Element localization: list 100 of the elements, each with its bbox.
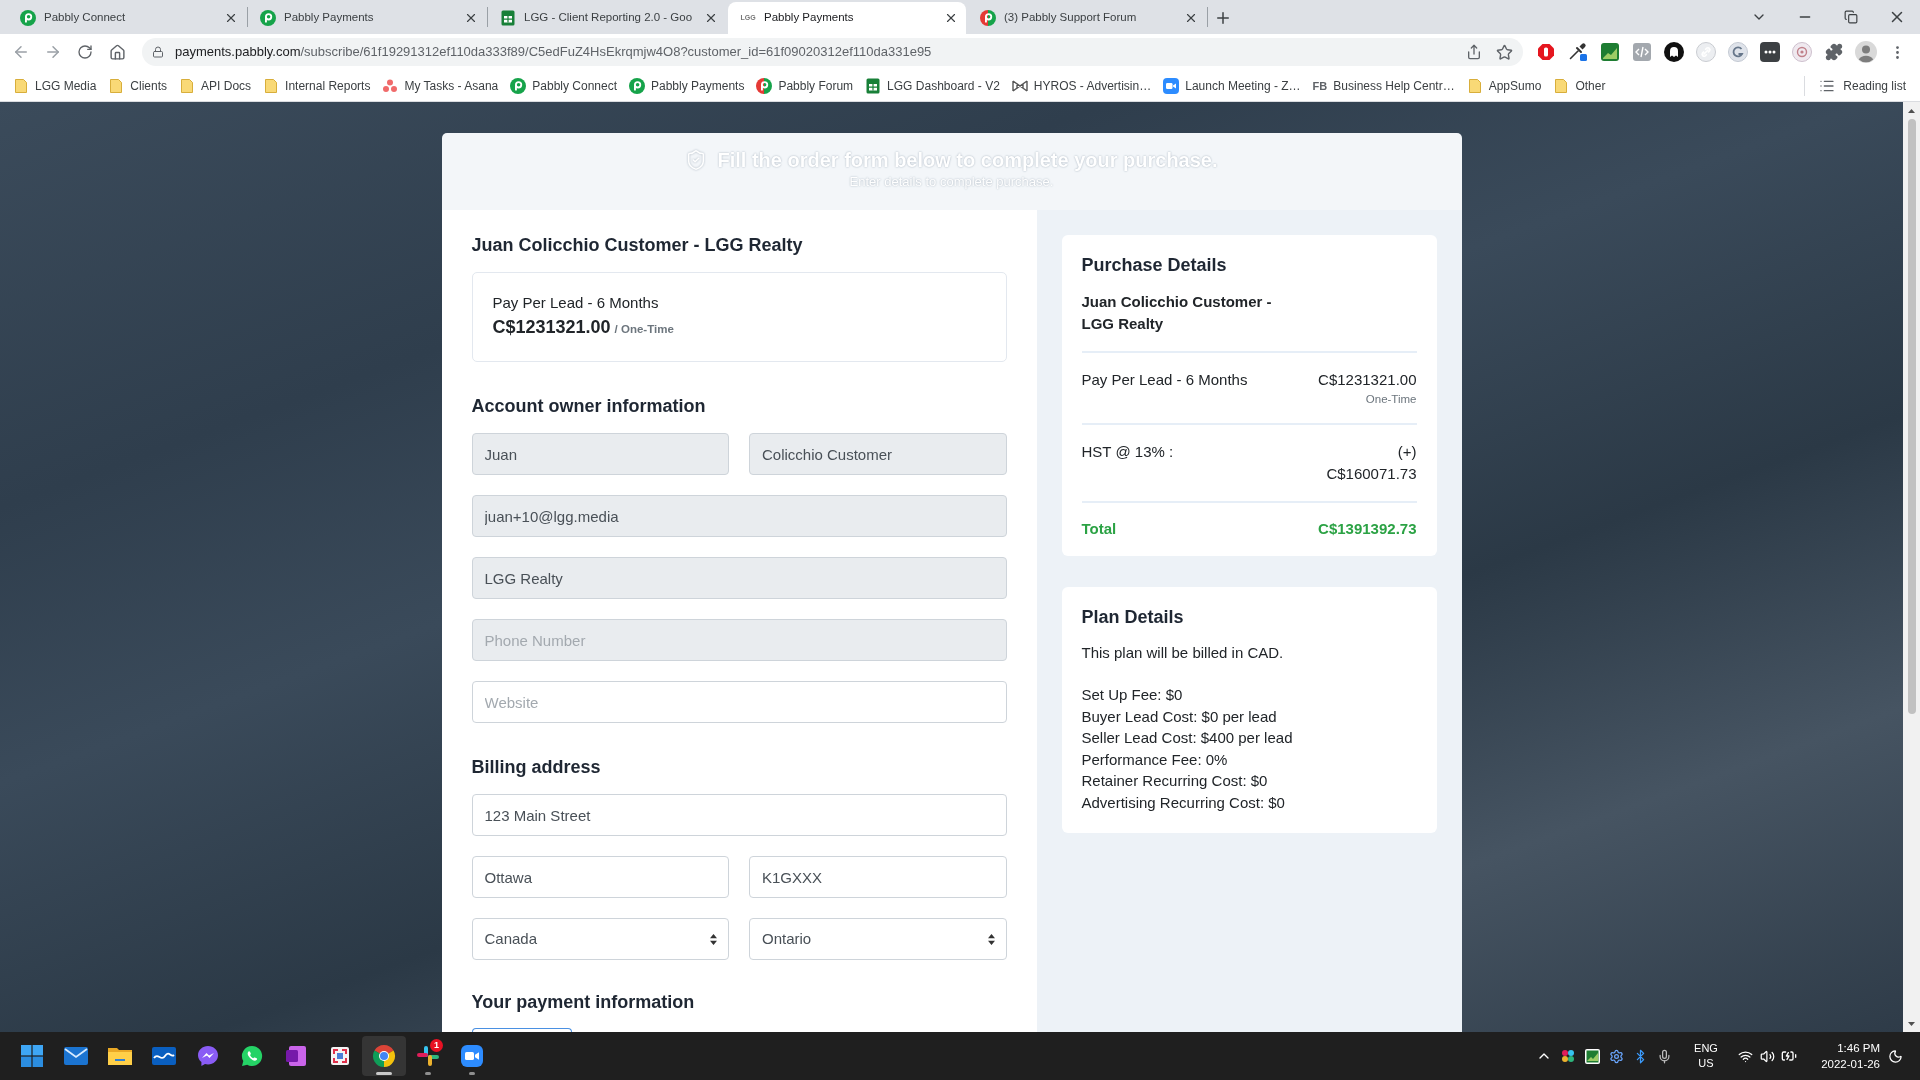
input-field[interactable]: K1GXXX (749, 856, 1007, 898)
gear-icon[interactable] (1608, 1048, 1624, 1064)
browser-icon (372, 1044, 396, 1068)
home-icon[interactable] (108, 43, 126, 61)
input-field[interactable]: 123 Main Street (471, 794, 1007, 836)
microphone-icon[interactable] (1656, 1048, 1672, 1064)
start-icon (21, 1045, 43, 1067)
battery-icon[interactable] (1781, 1048, 1797, 1064)
plan-detail-line: Set Up Fee: $0 (1081, 685, 1184, 705)
browser-tab[interactable]: LGG - Client Reporting 2.0 - Goo (488, 2, 726, 34)
reading-list-button[interactable]: Reading list (1813, 72, 1912, 99)
p-logo-icon (629, 77, 645, 94)
wave-icon (152, 1046, 176, 1066)
folder-icon (1553, 77, 1570, 94)
bookmark-link[interactable]: LGG Media (7, 72, 103, 99)
folder-icon (108, 1046, 132, 1066)
input-field[interactable]: Website (471, 681, 1007, 723)
forward-icon[interactable] (44, 43, 62, 61)
moon-icon[interactable] (1887, 1048, 1903, 1064)
chart-icon[interactable] (1584, 1048, 1600, 1064)
circle-logo-icon[interactable] (1728, 42, 1748, 62)
browser-tab[interactable]: Pabbly Payments (248, 2, 486, 34)
spreadsheet-icon (865, 77, 882, 94)
scroll-down-icon[interactable] (1908, 1021, 1915, 1026)
folder-icon (179, 77, 196, 94)
bookmark-link[interactable]: Pabbly Payments (623, 72, 751, 99)
wifi-icon[interactable] (1737, 1048, 1753, 1064)
language-indicator[interactable]: ENG US (1686, 1041, 1726, 1071)
p-logo-icon (756, 77, 773, 94)
card-title: Purchase Details (1081, 254, 1228, 277)
scrollbar[interactable] (1903, 102, 1920, 1032)
bookmark-link[interactable]: Launch Meeting - Z… (1157, 72, 1307, 99)
ghost-icon[interactable] (1664, 42, 1684, 62)
line-item-amount: C$160071.73 (1326, 464, 1417, 484)
bookmark-link[interactable]: Pabbly Forum (750, 72, 860, 99)
bookmark-link[interactable]: Pabbly Connect (504, 72, 623, 99)
folder-icon (1466, 77, 1483, 94)
bookmark-link[interactable]: Internal Reports (257, 72, 377, 99)
scrollbar-thumb[interactable] (1907, 119, 1916, 714)
price: C$1231321.00 (492, 316, 611, 339)
clock[interactable]: 1:46 PM 2022-01-26 (1810, 1040, 1880, 1072)
p-logo-icon (20, 10, 36, 26)
close-icon[interactable] (1184, 11, 1198, 25)
bookmark-link[interactable]: HYROS - Advertisin… (1005, 72, 1158, 99)
close-icon[interactable] (224, 11, 238, 25)
dots-icon[interactable] (1760, 42, 1780, 62)
total-label: Total (1081, 519, 1117, 539)
input-field[interactable]: Ottawa (471, 856, 729, 898)
bookmark-link[interactable]: My Tasks - Asana (376, 72, 505, 99)
favicon-text: FB (1312, 78, 1328, 94)
bookmark-link[interactable]: Other (1547, 72, 1612, 99)
bookmark-star-icon[interactable] (1496, 43, 1513, 61)
video-camera-icon (461, 1045, 483, 1067)
pipette-icon[interactable] (1568, 42, 1588, 62)
p-logo-icon (510, 77, 527, 94)
tax-sign: (+) (1397, 442, 1417, 462)
scroll-up-icon[interactable] (1908, 108, 1915, 113)
select-field[interactable]: Canada (471, 918, 729, 960)
bookmark-link[interactable]: LGG Dashboard - V2 (859, 72, 1006, 99)
plan-detail-line: Advertising Recurring Cost: $0 (1081, 792, 1286, 813)
video-camera-icon (1163, 77, 1180, 94)
bookmark-link[interactable]: FB Business Help Centr… (1306, 72, 1461, 99)
back-icon[interactable] (12, 43, 30, 61)
taskbar-button[interactable] (362, 1036, 406, 1076)
folder-icon (13, 77, 29, 94)
taskbar-button[interactable]: 1 (406, 1036, 450, 1076)
browser-tab[interactable]: (3) Pabbly Support Forum (968, 2, 1206, 34)
line-item-label: HST @ 13% : (1081, 442, 1174, 462)
billing-period: / One-Time (614, 322, 674, 337)
select-field[interactable]: Ontario (749, 918, 1007, 960)
bookmark-link[interactable]: Clients (102, 72, 174, 99)
target-icon[interactable] (1792, 42, 1812, 62)
address-bar[interactable]: payments.pabbly.com/subscribe/61f19291312ef110da333f89/C5edFuZ4HsEkrqmjw4O8?customer_id=61f09020312ef110da331e95 (142, 38, 1523, 66)
four-dots-icon[interactable] (1561, 1049, 1575, 1063)
close-icon[interactable] (464, 11, 478, 25)
bowtie-logo-icon (1011, 77, 1028, 94)
plan-detail-line: Performance Fee: 0% (1081, 749, 1229, 770)
plan-detail-line: Buyer Lead Cost: $0 per lead (1081, 706, 1278, 727)
close-icon[interactable] (704, 11, 718, 25)
three-dots-icon (382, 77, 399, 94)
bookmark-link[interactable]: API Docs (173, 72, 258, 99)
product-name: Juan Colicchio Customer - LGG Realty (1081, 292, 1273, 334)
billing-note: This plan will be billed in CAD. (1081, 643, 1285, 663)
total-amount: C$1391392.73 (1318, 519, 1417, 539)
volume-icon[interactable] (1759, 1048, 1775, 1064)
stop-sign-icon[interactable] (1537, 43, 1555, 61)
restore-icon[interactable] (1844, 10, 1858, 24)
new-tab-icon[interactable] (1214, 9, 1232, 27)
mail-icon (64, 1046, 88, 1066)
close-icon[interactable] (944, 11, 958, 25)
bookmark-link[interactable]: AppSumo (1460, 72, 1548, 99)
product-title: Juan Colicchio Customer - LGG Realty (471, 234, 804, 256)
share-icon[interactable] (1466, 44, 1482, 60)
extensions-icon[interactable] (1825, 43, 1843, 61)
reload-icon[interactable] (77, 44, 93, 60)
section-heading: Billing address (471, 756, 602, 779)
lock-icon[interactable] (152, 46, 164, 58)
browser-tab[interactable]: Pabbly Connect (8, 2, 246, 34)
avatar-icon[interactable] (1855, 41, 1877, 63)
chat-bubble-icon (197, 1045, 219, 1067)
